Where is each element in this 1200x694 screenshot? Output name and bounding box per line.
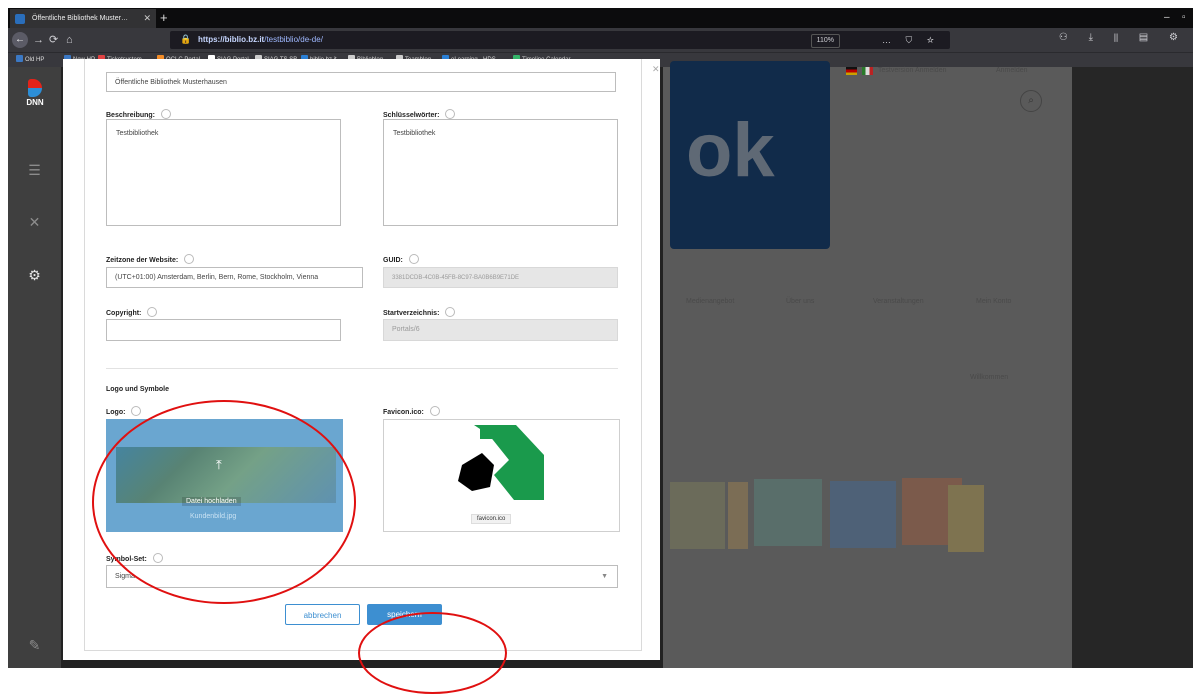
dnn-persona-bar: DNN ☰ ✕ ⚙ ✎ [8, 67, 61, 668]
guid-field: 3381DCDB-4C0B-45FB-8C97-BA0B6B9E71DE [383, 267, 618, 288]
favicon-filename: favicon.ico [471, 514, 512, 524]
beschreibung-textarea[interactable]: Testbibliothek [106, 119, 341, 226]
cancel-button[interactable]: abbrechen [285, 604, 360, 625]
bookmark-old-hp[interactable]: Old HP [16, 53, 44, 67]
dnn-favicon-icon [15, 14, 25, 24]
section-divider [106, 368, 618, 369]
url-text[interactable]: https://biblio.bz.it/testbiblio/de-de/ [198, 31, 323, 49]
background-search-icon[interactable]: ⌕ [1020, 90, 1042, 112]
zeitzone-label: Zeitzone der Website: [106, 254, 195, 264]
url-bar[interactable]: 🔒 https://biblio.bz.it/testbiblio/de-de/… [170, 31, 950, 49]
page-actions-icons[interactable]: … ⛉ ☆ [882, 31, 940, 49]
info-icon[interactable] [445, 109, 456, 119]
favicon-preview-image [458, 425, 544, 500]
favicon-label: Favicon.ico: [383, 406, 440, 416]
background-login-link[interactable]: Anmelden [996, 67, 1028, 74]
background-menu-item[interactable]: Medienangebot [686, 298, 734, 305]
minimize-button[interactable]: – [1164, 8, 1170, 28]
book-cover-image [728, 482, 748, 549]
reload-button[interactable]: ⟳ [49, 32, 58, 48]
back-button[interactable]: ← [12, 32, 28, 48]
info-icon[interactable] [429, 406, 440, 416]
zeitzone-select[interactable]: (UTC+01:00) Amsterdam, Berlin, Bern, Rom… [106, 267, 363, 288]
background-language-links[interactable]: Testversion Anmelden [878, 67, 946, 74]
logo-section-title: Logo und Symbole [106, 386, 169, 393]
edit-icon[interactable]: ✎ [8, 637, 61, 654]
lock-icon: 🔒 [180, 34, 192, 44]
favicon-upload-dropzone[interactable]: favicon.ico [383, 419, 620, 532]
forward-button[interactable]: → [33, 32, 44, 48]
copyright-label: Copyright: [106, 307, 158, 317]
background-breadcrumb[interactable]: Willkommen [970, 374, 1008, 381]
startverzeichnis-label: Startverzeichnis: [383, 307, 456, 317]
copyright-input[interactable] [106, 319, 341, 341]
info-icon[interactable] [131, 406, 142, 416]
navigation-bar: ← → ⟳ ⌂ 🔒 https://biblio.bz.it/testbibli… [8, 28, 1193, 52]
bookmark-icon [16, 55, 23, 62]
browser-tab[interactable]: Öffentliche Bibliothek Muster… ✕ [10, 9, 156, 28]
background-site-logo: ok [670, 61, 830, 249]
background-menu-item[interactable]: Über uns [786, 298, 814, 305]
book-cover-image [948, 485, 984, 552]
info-icon[interactable] [445, 307, 456, 317]
beschreibung-label: Beschreibung: [106, 109, 172, 119]
dnn-logo-mark [28, 79, 42, 97]
info-icon[interactable] [408, 254, 419, 264]
background-menu-item[interactable]: Mein Konto [976, 298, 1011, 305]
schluesselwoerter-textarea[interactable]: Testbibliothek [383, 119, 618, 226]
site-title-input[interactable]: Öffentliche Bibliothek Musterhausen [106, 72, 616, 92]
zoom-indicator[interactable]: 110% [810, 34, 840, 48]
book-cover-image [830, 481, 896, 548]
home-button[interactable]: ⌂ [66, 32, 73, 48]
toolbar-icons[interactable]: ⚇ ⤓ ⫴ ▤ ⚙ [1059, 32, 1187, 43]
schluesselwoerter-label: Schlüsselwörter: [383, 109, 456, 119]
book-cover-image [754, 479, 822, 546]
dnn-logo-text: DNN [26, 98, 44, 107]
logo-label: Logo: [106, 406, 142, 416]
background-right-area [1072, 67, 1193, 668]
close-dialog-icon[interactable]: ✕ [652, 64, 660, 75]
book-cover-image [670, 482, 725, 549]
info-icon[interactable] [147, 307, 158, 317]
maximize-button[interactable]: ▫ [1182, 8, 1186, 28]
flag-it-icon[interactable] [862, 67, 874, 75]
dnn-logo[interactable]: DNN [19, 79, 51, 107]
tools-icon[interactable]: ✕ [8, 214, 61, 231]
tab-strip: Öffentliche Bibliothek Muster… ✕ + – ▫ [8, 8, 1193, 28]
guid-label: GUID: [383, 254, 419, 264]
close-tab-icon[interactable]: ✕ [143, 9, 151, 28]
background-menu-item[interactable]: Veranstaltungen [873, 298, 924, 305]
content-icon[interactable]: ☰ [8, 162, 61, 179]
settings-icon[interactable]: ⚙ [8, 267, 61, 284]
language-flags[interactable] [846, 67, 874, 77]
flag-de-icon[interactable] [846, 67, 857, 75]
new-tab-button[interactable]: + [160, 8, 168, 28]
chevron-down-icon: ▼ [601, 573, 608, 580]
tab-title: Öffentliche Bibliothek Muster… [32, 15, 128, 22]
startverzeichnis-field: Portals/6 [383, 319, 618, 341]
annotation-circle-logo [92, 400, 356, 604]
annotation-circle-save [358, 612, 507, 694]
info-icon[interactable] [184, 254, 195, 264]
info-icon[interactable] [161, 109, 172, 119]
